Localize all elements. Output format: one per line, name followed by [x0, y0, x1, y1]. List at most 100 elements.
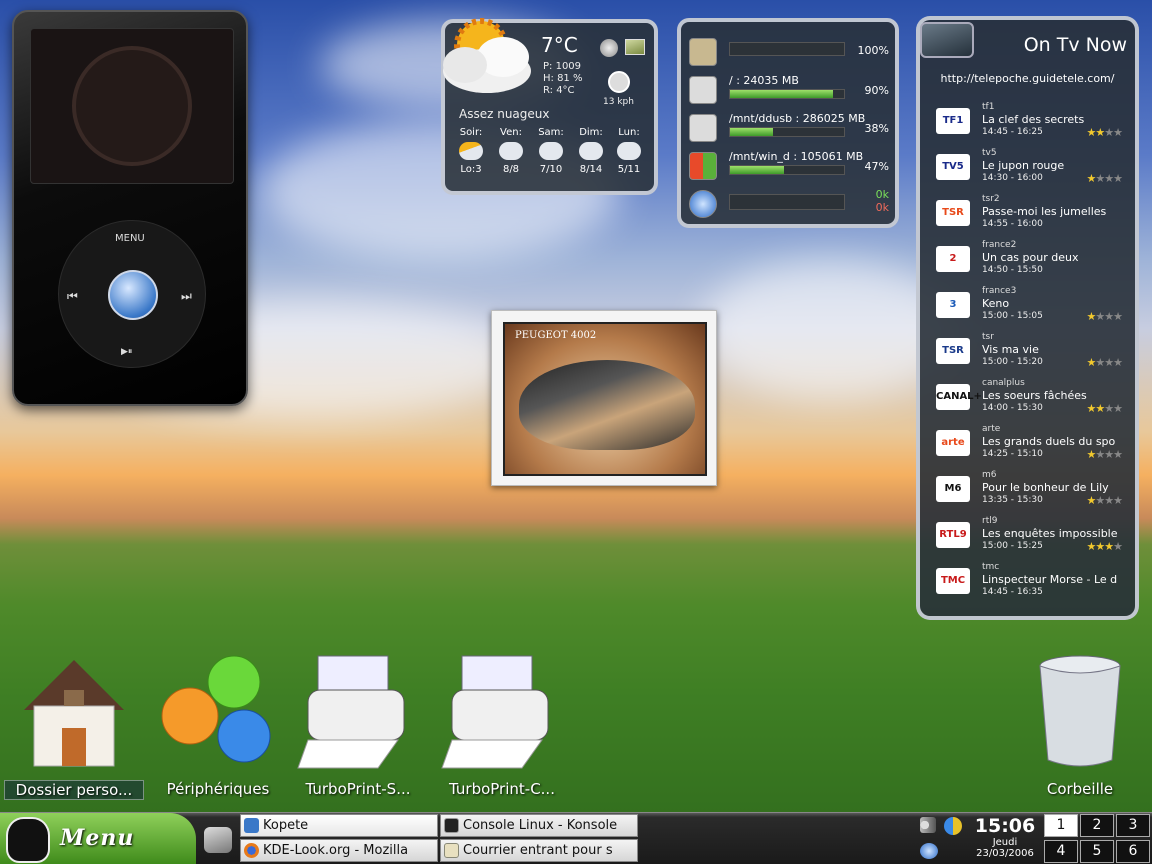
forecast-temp: 8/14 [579, 164, 603, 175]
next-track-button[interactable]: ⏭ [181, 289, 192, 304]
tv-source-url[interactable]: http://telepoche.guidetele.com/ [920, 72, 1135, 85]
disk-win-row: /mnt/win_d : 105061 MB 47% [689, 150, 889, 184]
start-menu-button[interactable]: Menu [0, 813, 196, 864]
channel-name: france2 [982, 240, 1017, 250]
program-time: 14:30 - 16:00 [982, 173, 1043, 183]
task-mail[interactable]: Courrier entrant pour s [440, 839, 638, 862]
channel-logo-icon: 3 [936, 292, 970, 318]
forecast-temp: 7/10 [539, 164, 563, 175]
star-icon: ★ [1095, 540, 1105, 553]
network-row: 0k 0k [689, 188, 889, 222]
task-label: Courrier entrant pour s [463, 843, 613, 858]
tux-penguin-icon [6, 817, 50, 863]
printer-icon [441, 655, 549, 769]
network-graph [729, 194, 845, 210]
desktop-2-button[interactable]: 2 [1080, 814, 1114, 837]
star-icon: ★ [1095, 126, 1105, 139]
quick-launch-icon[interactable] [204, 827, 232, 853]
program-time: 15:00 - 15:05 [982, 311, 1043, 321]
task-kopete[interactable]: Kopete [240, 814, 438, 837]
program-item[interactable]: TMC tmc Linspecteur Morse - Le d 14:45 - 16… [936, 562, 1126, 608]
program-item[interactable]: TSR tsr2 Passe-moi les jumelles 14:55 - 16:… [936, 194, 1126, 240]
rating-stars: ★★★★ [1087, 310, 1123, 323]
star-icon: ★ [1104, 356, 1114, 369]
globe-tray-icon[interactable] [920, 843, 938, 859]
center-button[interactable] [108, 270, 158, 320]
channel-name: arte [982, 424, 1001, 434]
house-icon [24, 660, 124, 767]
map-icon[interactable] [625, 39, 645, 55]
disk-root-bar [729, 89, 845, 99]
program-title: Un cas pour deux [982, 251, 1079, 264]
tv-guide-widget: On Tv Now http://telepoche.guidetele.com… [916, 16, 1139, 620]
disk-win-percent: 47% [864, 160, 889, 173]
program-item[interactable]: TSR tsr Vis ma vie 15:00 - 15:20 ★★★★ [936, 332, 1126, 378]
disk-root-fill [730, 90, 833, 98]
star-icon: ★ [1113, 172, 1123, 185]
printer-1-icon[interactable]: TurboPrint-S... [288, 650, 428, 800]
devices-icon[interactable]: Périphériques [148, 650, 288, 800]
program-item[interactable]: CANAL+ canalplus Les soeurs fâchées 14:00 -… [936, 378, 1126, 424]
photo-frame-widget[interactable]: PEUGEOT 4002 [491, 310, 717, 486]
program-title: Les soeurs fâchées [982, 389, 1087, 402]
desktop-5-button[interactable]: 5 [1080, 840, 1114, 863]
channel-logo-icon: arte [936, 430, 970, 456]
printer-icon [297, 655, 405, 769]
click-wheel[interactable]: MENU ⏮ ⏭ ▶⏸ [58, 220, 206, 368]
menu-button[interactable]: MENU [115, 233, 145, 244]
tv-widget-title: On Tv Now [1023, 34, 1127, 56]
program-time: 14:45 - 16:35 [982, 587, 1043, 597]
rating-stars: ★★★★ [1087, 356, 1123, 369]
desktop-4-button[interactable]: 4 [1044, 840, 1078, 863]
desktop-1-button[interactable]: 1 [1044, 814, 1078, 837]
program-item[interactable]: RTL9 rtl9 Les enquêtes impossible 15:00 - 1… [936, 516, 1126, 562]
desktop-3-button[interactable]: 3 [1116, 814, 1150, 837]
printer-2-icon[interactable]: TurboPrint-C... [432, 650, 572, 800]
volume-icon[interactable] [920, 817, 936, 833]
program-item[interactable]: 3 france3 Keno 15:00 - 15:05 ★★★★ [936, 286, 1126, 332]
program-item[interactable]: TV5 tv5 Le jupon rouge 14:30 - 16:00 ★★★★ [936, 148, 1126, 194]
disk-root-label: / : 24035 MB [729, 74, 799, 87]
desktop-6-button[interactable]: 6 [1116, 840, 1150, 863]
cpu-row: 100% [689, 36, 889, 70]
player-screen [30, 28, 234, 184]
home-folder-icon[interactable]: Dossier perso... [4, 650, 144, 800]
program-time: 14:25 - 15:10 [982, 449, 1043, 459]
program-title: Passe-moi les jumelles [982, 205, 1107, 218]
forecast-day: Soir: Lo:3 [451, 127, 491, 175]
program-item[interactable]: M6 m6 Pour le bonheur de Lily 13:35 - 15:30… [936, 470, 1126, 516]
trash-icon[interactable]: Corbeille [1010, 650, 1150, 800]
disk-usb-row: /mnt/ddusb : 286025 MB 38% [689, 112, 889, 146]
network-tray-icon[interactable] [944, 817, 962, 835]
task-mozilla[interactable]: KDE-Look.org - Mozilla [240, 839, 438, 862]
weather-condition: Assez nuageux [459, 107, 550, 121]
previous-track-button[interactable]: ⏮ [67, 289, 78, 304]
car-photo: PEUGEOT 4002 [503, 322, 707, 476]
program-item[interactable]: 2 france2 Un cas pour deux 14:50 - 15:50 [936, 240, 1126, 286]
program-title: Keno [982, 297, 1010, 310]
net-in: 0k [875, 188, 889, 201]
program-time: 14:00 - 15:30 [982, 403, 1043, 413]
channel-logo-icon: CANAL+ [936, 384, 982, 410]
net-out: 0k [875, 201, 889, 214]
star-icon: ★ [1113, 126, 1123, 139]
forecast-temp: 5/11 [617, 164, 641, 175]
channel-name: tf1 [982, 102, 995, 112]
star-icon: ★ [1113, 448, 1123, 461]
terminal-icon [444, 818, 459, 833]
play-pause-button[interactable]: ▶⏸ [121, 347, 132, 357]
program-title: Linspecteur Morse - Le d [982, 573, 1118, 586]
globe-icon[interactable] [600, 39, 618, 57]
photo-caption: PEUGEOT 4002 [515, 330, 597, 341]
program-time: 15:00 - 15:25 [982, 541, 1043, 551]
clock[interactable]: 15:06 Jeudi 23/03/2006 [968, 815, 1042, 859]
program-item[interactable]: TF1 tf1 La clef des secrets 14:45 - 16:25 ★★… [936, 102, 1126, 148]
pressure: P: 1009 [543, 61, 582, 72]
program-time: 14:55 - 16:00 [982, 219, 1043, 229]
program-item[interactable]: arte arte Les grands duels du spo 14:25 - 1… [936, 424, 1126, 470]
channel-name: tsr2 [982, 194, 1000, 204]
disk-win-fill [730, 166, 784, 174]
star-icon: ★ [1104, 402, 1114, 415]
trash-can-icon [1039, 655, 1121, 767]
task-konsole[interactable]: Console Linux - Konsole [440, 814, 638, 837]
